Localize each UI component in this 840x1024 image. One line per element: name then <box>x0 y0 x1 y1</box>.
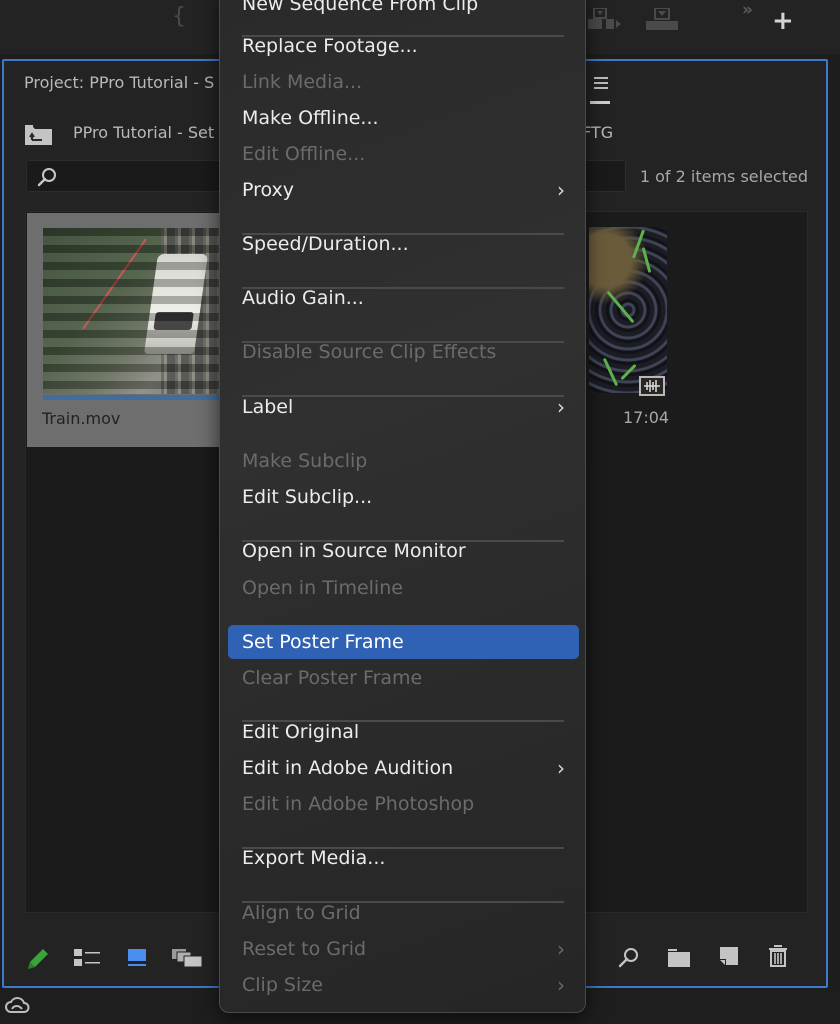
icon-view-icon[interactable] <box>128 949 146 971</box>
audio-waveform-icon <box>639 376 665 396</box>
chevron-right-icon: › <box>557 178 565 202</box>
menu-item-label: Edit Original <box>242 721 360 743</box>
menu-item-label: Open in Timeline <box>242 577 403 599</box>
clip-thumbnail-train[interactable] <box>43 228 227 394</box>
menu-item-edit-offline: Edit Offline... <box>228 137 579 171</box>
menu-item-label: Export Media... <box>242 847 386 869</box>
new-bin-icon[interactable] <box>668 949 692 971</box>
menu-item-label: Align to Grid <box>242 902 361 924</box>
menu-item-label: Label <box>242 396 294 418</box>
menu-item-link-media: Link Media... <box>228 65 579 99</box>
menu-item-label: Edit in Adobe Audition <box>242 757 454 779</box>
menu-item-label: Audio Gain... <box>242 287 364 309</box>
menu-item-export-media[interactable]: Export Media... <box>228 841 579 875</box>
new-item-icon[interactable] <box>720 947 738 969</box>
menu-item-label: Proxy <box>242 179 295 201</box>
menu-item-edit-in-adobe-audition[interactable]: Edit in Adobe Audition › <box>228 751 579 785</box>
selection-status: 1 of 2 items selected <box>639 167 808 186</box>
insert-icon[interactable] <box>646 7 678 30</box>
panel-menu-icon[interactable] <box>594 77 608 89</box>
menu-item-speed-duration[interactable]: Speed/Duration... <box>228 227 579 261</box>
menu-item-label: Reset to Grid <box>242 938 367 960</box>
bin-path: PPro Tutorial - Set <box>73 123 215 142</box>
menu-item-label: Clear Poster Frame <box>242 667 423 689</box>
menu-item-label: Make Subclip <box>242 450 368 472</box>
context-menu: New Sequence From Clip Replace Footage..… <box>219 0 586 1013</box>
panel-title: Project: PPro Tutorial - S <box>24 73 215 92</box>
menu-item-set-poster-frame[interactable]: Set Poster Frame <box>228 625 579 659</box>
menu-item-label: Edit Subclip... <box>242 486 373 508</box>
creative-cloud-icon[interactable] <box>4 994 30 1018</box>
menu-item-align-to-grid: Align to Grid <box>228 896 579 930</box>
trash-icon[interactable] <box>768 945 788 971</box>
more-chevrons-icon[interactable]: » <box>742 0 753 20</box>
panel-tab-underline <box>590 101 610 104</box>
menu-item-label: Make Offline... <box>242 107 379 129</box>
menu-item-edit-in-adobe-photoshop: Edit in Adobe Photoshop <box>228 787 579 821</box>
menu-item-partial-top[interactable]: New Sequence From Clip <box>228 0 579 21</box>
menu-item-replace-footage[interactable]: Replace Footage... <box>228 29 579 63</box>
clip-tile-train[interactable]: Train.mov <box>27 213 227 447</box>
add-icon[interactable]: + <box>772 8 794 34</box>
menu-item-reset-to-grid: Reset to Grid › <box>228 932 579 966</box>
write-lock-pencil-icon[interactable] <box>26 947 50 975</box>
menu-item-clear-poster-frame: Clear Poster Frame <box>228 661 579 695</box>
search-icon <box>37 167 57 187</box>
overwrite-icon[interactable] <box>588 7 622 30</box>
menu-item-label: Link Media... <box>242 71 363 93</box>
chevron-right-icon: › <box>557 973 565 997</box>
bin-path-tail: FTG <box>582 123 614 142</box>
menu-item-label: Open in Source Monitor <box>242 540 466 562</box>
chevron-right-icon: › <box>557 756 565 780</box>
menu-item-label[interactable]: Label › <box>228 390 579 424</box>
chevron-right-icon: › <box>557 937 565 961</box>
freeform-view-icon[interactable] <box>172 949 204 971</box>
menu-item-label: Disable Source Clip Effects <box>242 341 497 363</box>
menu-item-label: Speed/Duration... <box>242 233 409 255</box>
menu-item-edit-original[interactable]: Edit Original <box>228 715 579 749</box>
chevron-right-icon: › <box>557 395 565 419</box>
menu-item-disable-source-clip-effects: Disable Source Clip Effects <box>228 335 579 369</box>
menu-item-edit-subclip[interactable]: Edit Subclip... <box>228 480 579 514</box>
menu-item-audio-gain[interactable]: Audio Gain... <box>228 281 579 315</box>
folder-up-icon[interactable] <box>25 125 52 145</box>
clip-thumbnail-water[interactable] <box>589 227 667 393</box>
menu-item-label: Edit in Adobe Photoshop <box>242 793 475 815</box>
clip-usage-bar <box>43 395 227 400</box>
clip-duration: 17:04 <box>623 408 670 427</box>
menu-item-label: Set Poster Frame <box>242 631 404 653</box>
menu-item-label: Clip Size <box>242 974 323 996</box>
menu-item-label: Edit Offline... <box>242 143 366 165</box>
find-icon[interactable] <box>618 947 640 973</box>
menu-item-make-subclip: Make Subclip <box>228 444 579 478</box>
clip-name: Train.mov <box>42 409 121 428</box>
menu-item-label: Replace Footage... <box>242 35 418 57</box>
menu-item-open-in-source-monitor[interactable]: Open in Source Monitor <box>228 534 579 568</box>
menu-item-open-in-timeline: Open in Timeline <box>228 571 579 605</box>
menu-item-proxy[interactable]: Proxy › <box>228 173 579 207</box>
brace-icon: { <box>172 4 186 29</box>
menu-item-make-offline[interactable]: Make Offline... <box>228 101 579 135</box>
list-view-icon[interactable] <box>74 949 102 971</box>
menu-item-clip-size: Clip Size › <box>228 968 579 1002</box>
